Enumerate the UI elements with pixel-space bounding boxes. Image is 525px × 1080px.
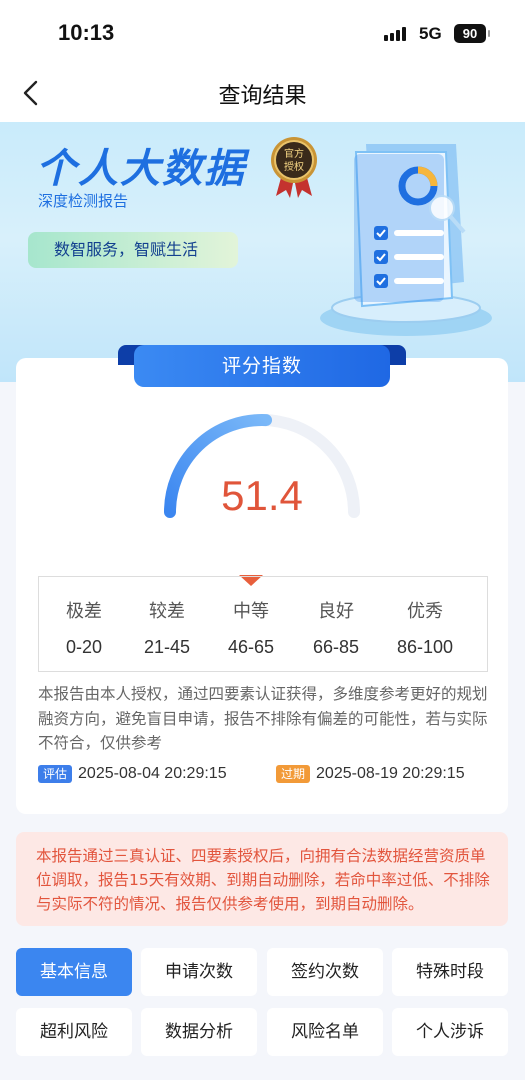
tab-basic-info[interactable]: 基本信息 <box>16 948 132 996</box>
grade-range: 21-45 <box>143 637 191 657</box>
eval-date: 2025-08-04 20:29:15 <box>78 764 227 782</box>
tab-data-analysis[interactable]: 数据分析 <box>141 1008 257 1056</box>
network-type: 5G <box>419 24 442 43</box>
status-time: 10:13 <box>58 20 115 45</box>
expire-date-row: 过期 2025-08-19 20:29:15 <box>276 763 465 785</box>
tab-contract-count[interactable]: 签约次数 <box>267 948 383 996</box>
status-bar: 10:13 5G 90 <box>0 0 525 64</box>
battery-icon: 90 <box>454 24 490 43</box>
eval-badge: 评估 <box>38 764 73 783</box>
tab-risk-list[interactable]: 风险名单 <box>267 1008 383 1056</box>
score-value: 51.4 <box>221 472 303 519</box>
report-document-icon <box>320 144 492 336</box>
grade-range: 0-20 <box>65 637 103 657</box>
tab-personal-litigation[interactable]: 个人涉诉 <box>392 1008 508 1056</box>
notice-banner: 本报告通过三真认证、四要素授权后，向拥有合法数据经营资质单位调取，报告15天有效… <box>16 832 508 926</box>
grade-scale: 极差 0-20 较差 21-45 中等 46-65 良好 66-85 优秀 86… <box>38 576 488 672</box>
tab-application-count[interactable]: 申请次数 <box>141 948 257 996</box>
hero-title: 个人大数据 <box>36 146 246 192</box>
slogan-pill: 数智服务，智赋生活 <box>28 232 238 268</box>
grade-label: 较差 <box>149 601 185 622</box>
signal-icon <box>384 27 410 41</box>
tab-special-period[interactable]: 特殊时段 <box>392 948 508 996</box>
nav-bar: 查询结果 <box>0 64 525 122</box>
tab-overlimit-risk[interactable]: 超利风险 <box>16 1008 132 1056</box>
page-title: 查询结果 <box>218 84 307 109</box>
grade-label: 良好 <box>318 601 354 622</box>
grade-label: 中等 <box>233 601 269 622</box>
report-description: 本报告由本人授权，通过四要素认证获得，多维度参考更好的规划融资方向，避免盲目申请… <box>38 685 488 752</box>
grade-range: 86-100 <box>396 637 454 657</box>
hero-banner: 个人大数据 官方 授权 深度检测报告 数智服务，智赋生活 <box>0 122 525 382</box>
score-card-header: 评分指数 <box>134 345 390 387</box>
hero-subtitle: 深度检测报告 <box>38 192 129 210</box>
grade-label: 极差 <box>66 601 102 622</box>
eval-date-row: 评估 2025-08-04 20:29:15 <box>38 763 227 785</box>
expire-date: 2025-08-19 20:29:15 <box>316 764 465 782</box>
grade-range: 66-85 <box>312 637 360 657</box>
expire-badge: 过期 <box>276 764 311 783</box>
grade-range: 46-65 <box>227 637 275 657</box>
grade-label: 优秀 <box>407 601 443 622</box>
